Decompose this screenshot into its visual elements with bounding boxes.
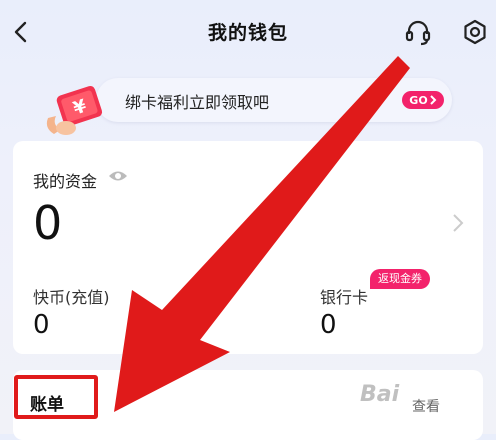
bank-card-label: 银行卡	[320, 288, 369, 307]
kuaibi-label: 快币(充值)	[33, 288, 110, 307]
eye-icon[interactable]	[108, 169, 128, 183]
headset-icon[interactable]	[403, 17, 433, 47]
chevron-right-small-icon	[429, 95, 437, 105]
go-button[interactable]: GO	[402, 91, 444, 109]
promo-text: 绑卡福利立即领取吧	[125, 93, 270, 112]
red-envelope-ticket-icon: ¥	[46, 86, 103, 135]
coupon-label: 卡券	[178, 288, 211, 307]
funds-label: 我的资金	[33, 172, 98, 191]
view-all-link[interactable]: 查看	[412, 396, 440, 416]
go-label: GO	[409, 93, 428, 107]
watermark: Bai	[360, 382, 400, 407]
chevron-right-icon[interactable]	[452, 213, 464, 233]
gear-icon[interactable]	[460, 17, 490, 47]
bank-card-value: 0	[320, 310, 337, 340]
cashback-badge: 返现金券	[370, 269, 430, 289]
balance-value: 0	[33, 196, 63, 250]
bill-highlight-box	[14, 375, 98, 419]
kuaibi-value: 0	[33, 310, 50, 340]
